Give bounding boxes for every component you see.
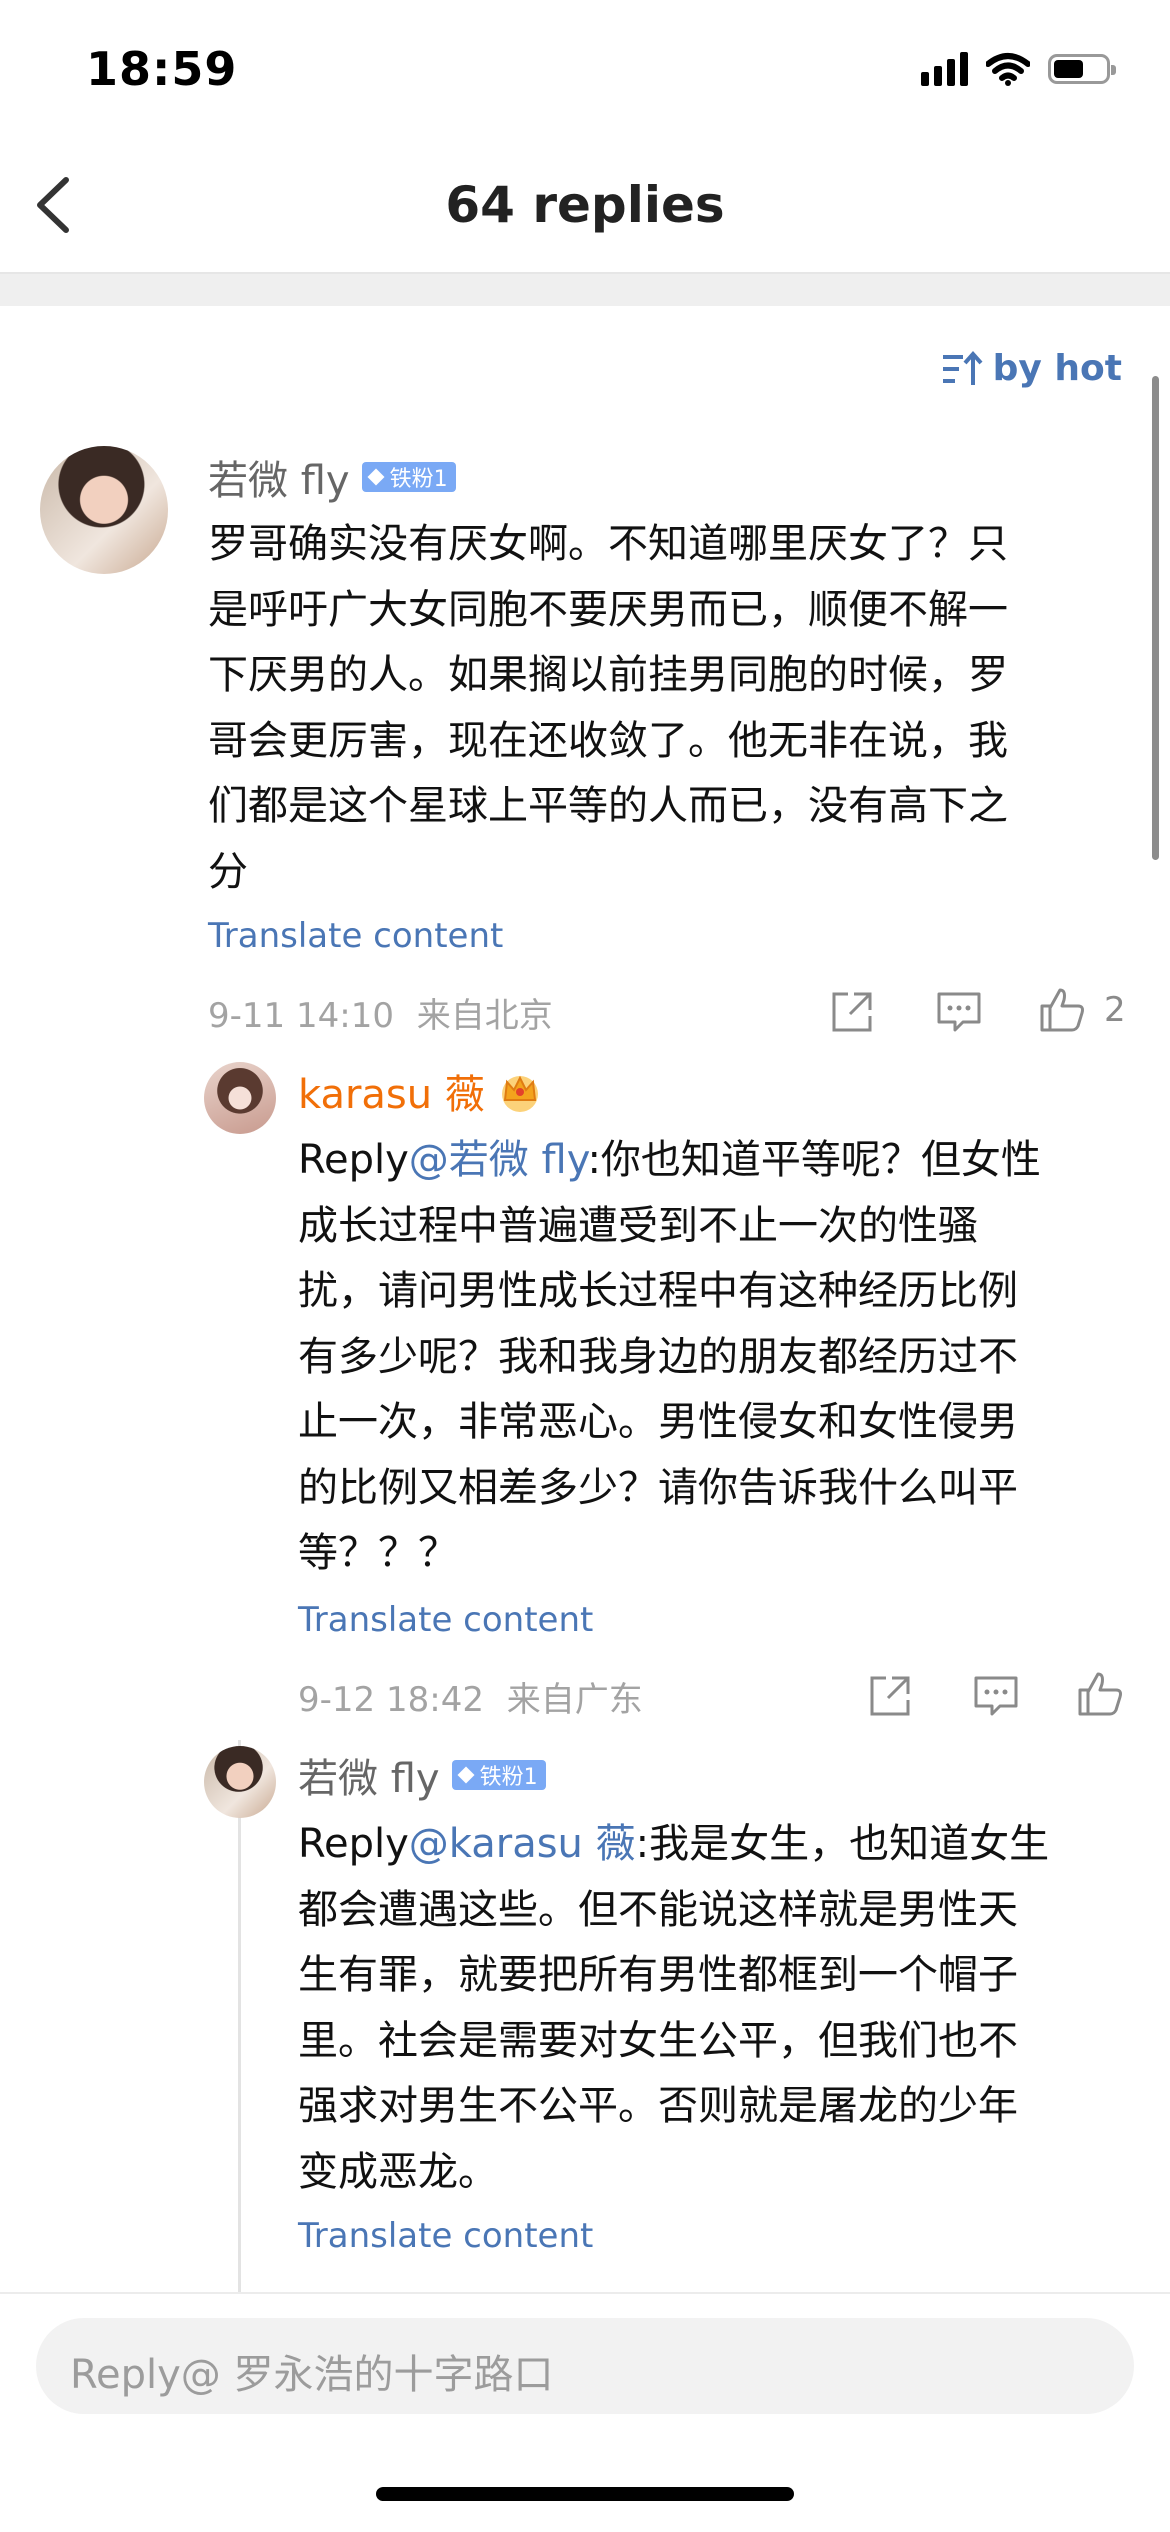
sort-label: by hot [992,348,1122,389]
comment-line: 下厌男的人。如果搁以前挂男同胞的时候，罗 [208,652,1008,698]
avatar[interactable] [204,1062,276,1134]
thread-line [238,1740,241,2292]
badge-label: 铁粉1 [479,1765,538,1790]
avatar[interactable] [40,446,168,574]
diamond-icon [367,468,385,486]
reply-prefix: Reply [298,1137,409,1183]
reply-header: karasu 薇 [298,1062,543,1120]
username[interactable]: 若微 fly [208,448,350,506]
reply-line: Reply@若微 fly:你也知道平等呢？但女性 [298,1128,1128,1194]
reply-line: 都会遭遇这些。但不能说这样就是男性天 [298,1886,1018,1933]
reply-header: 若微 fly 铁粉1 [298,1746,546,1804]
sort-icon [942,350,983,385]
comment-icon[interactable] [972,1672,1020,1720]
page-title: 64 replies [445,176,725,234]
comment-icon[interactable] [935,988,983,1036]
comment-content: 罗哥确实没有厌女啊。不知道哪里厌女了？只 是呼吁广大女同胞不要厌男而已，顺便不解… [208,512,1128,905]
reply-line: 的比例又相差多少？请你告诉我什么叫平 [298,1464,1018,1511]
mention-link[interactable]: @若微 fly [409,1137,588,1183]
share-icon[interactable] [828,988,876,1036]
username[interactable]: karasu 薇 [298,1062,485,1120]
reply-line: 止一次，非常恶心。男性侵女和女性侵男 [298,1399,1018,1445]
reply-time: 9-12 18:42 [298,1680,484,1720]
status-icons [921,52,1116,86]
reply-location: 来自广东 [506,1680,643,1720]
comment-line: 们都是这个星球上平等的人而已，没有高下之 [208,783,1008,829]
reply-line-rest: :我是女生，也知道女生 [635,1821,1050,1867]
battery-icon [1048,54,1116,84]
comment-line: 分 [208,848,248,895]
section-separator [0,274,1170,306]
reply-prefix: Reply [298,1821,409,1867]
like-icon[interactable] [1076,1670,1124,1718]
wifi-icon [986,53,1030,86]
reply-line: 扰，请问男性成长过程中有这种经历比例 [298,1268,1018,1314]
comment-time: 9-11 14:10 [208,996,394,1036]
comment-meta: 9-11 14:10 来自北京 [208,988,553,1037]
reply-line-rest: :你也知道平等呢？但女性 [587,1137,1041,1183]
fan-badge: 铁粉1 [451,1760,546,1790]
translate-link[interactable]: Translate content [298,1600,593,1640]
reply-meta: 9-12 18:42 来自广东 [298,1672,643,1721]
like-icon[interactable] [1038,986,1086,1034]
fan-badge: 铁粉1 [361,462,456,492]
comment-line: 是呼吁广大女同胞不要厌男而已，顺便不解一 [208,586,1008,633]
reply-line: Reply@karasu 薇:我是女生，也知道女生 [298,1812,1128,1878]
crown-icon [501,1075,538,1112]
sort-button[interactable]: by hot [941,348,1122,389]
reply-line: 强求对男生不公平。否则就是屠龙的少年 [298,2083,1018,2129]
reply-line: 生有罪，就要把所有男性都框到一个帽子 [298,1952,1018,1998]
home-indicator[interactable] [376,2487,794,2501]
translate-link[interactable]: Translate content [298,2216,593,2256]
reply-line: 里。社会是需要对女生公平，但我们也不 [298,2017,1018,2064]
diamond-icon [457,1766,475,1784]
mention-link[interactable]: @karasu 薇 [409,1821,636,1867]
comment-header: 若微 fly 铁粉1 [208,448,456,506]
comment-location: 来自北京 [416,996,553,1036]
reply-line: 有多少呢？我和我身边的朋友都经历过不 [298,1333,1018,1380]
share-icon[interactable] [866,1672,914,1720]
comment-line: 哥会更厉害，现在还收敛了。他无非在说，我 [208,717,1008,764]
username[interactable]: 若微 fly [298,1746,440,1804]
reply-content: Reply@karasu 薇:我是女生，也知道女生 都会遭遇这些。但不能说这样就… [298,1812,1128,2205]
reply-line: 变成恶龙。 [298,2148,498,2195]
status-time: 18:59 [86,42,238,96]
comment-line: 罗哥确实没有厌女啊。不知道哪里厌女了？只 [208,521,1008,567]
reply-line: 成长过程中普遍遭受到不止一次的性骚 [298,1202,978,1249]
scrollbar[interactable] [1152,376,1159,860]
badge-label: 铁粉1 [389,467,448,492]
reply-line: 等？？？ [298,1530,458,1576]
like-count: 2 [1104,990,1126,1030]
translate-link[interactable]: Translate content [208,916,503,956]
avatar[interactable] [204,1746,276,1818]
cellular-signal-icon [921,52,968,86]
reply-input-placeholder: Reply@ 罗永浩的十字路口 [70,2352,554,2398]
reply-content: Reply@若微 fly:你也知道平等呢？但女性 成长过程中普遍遭受到不止一次的… [298,1128,1128,1587]
